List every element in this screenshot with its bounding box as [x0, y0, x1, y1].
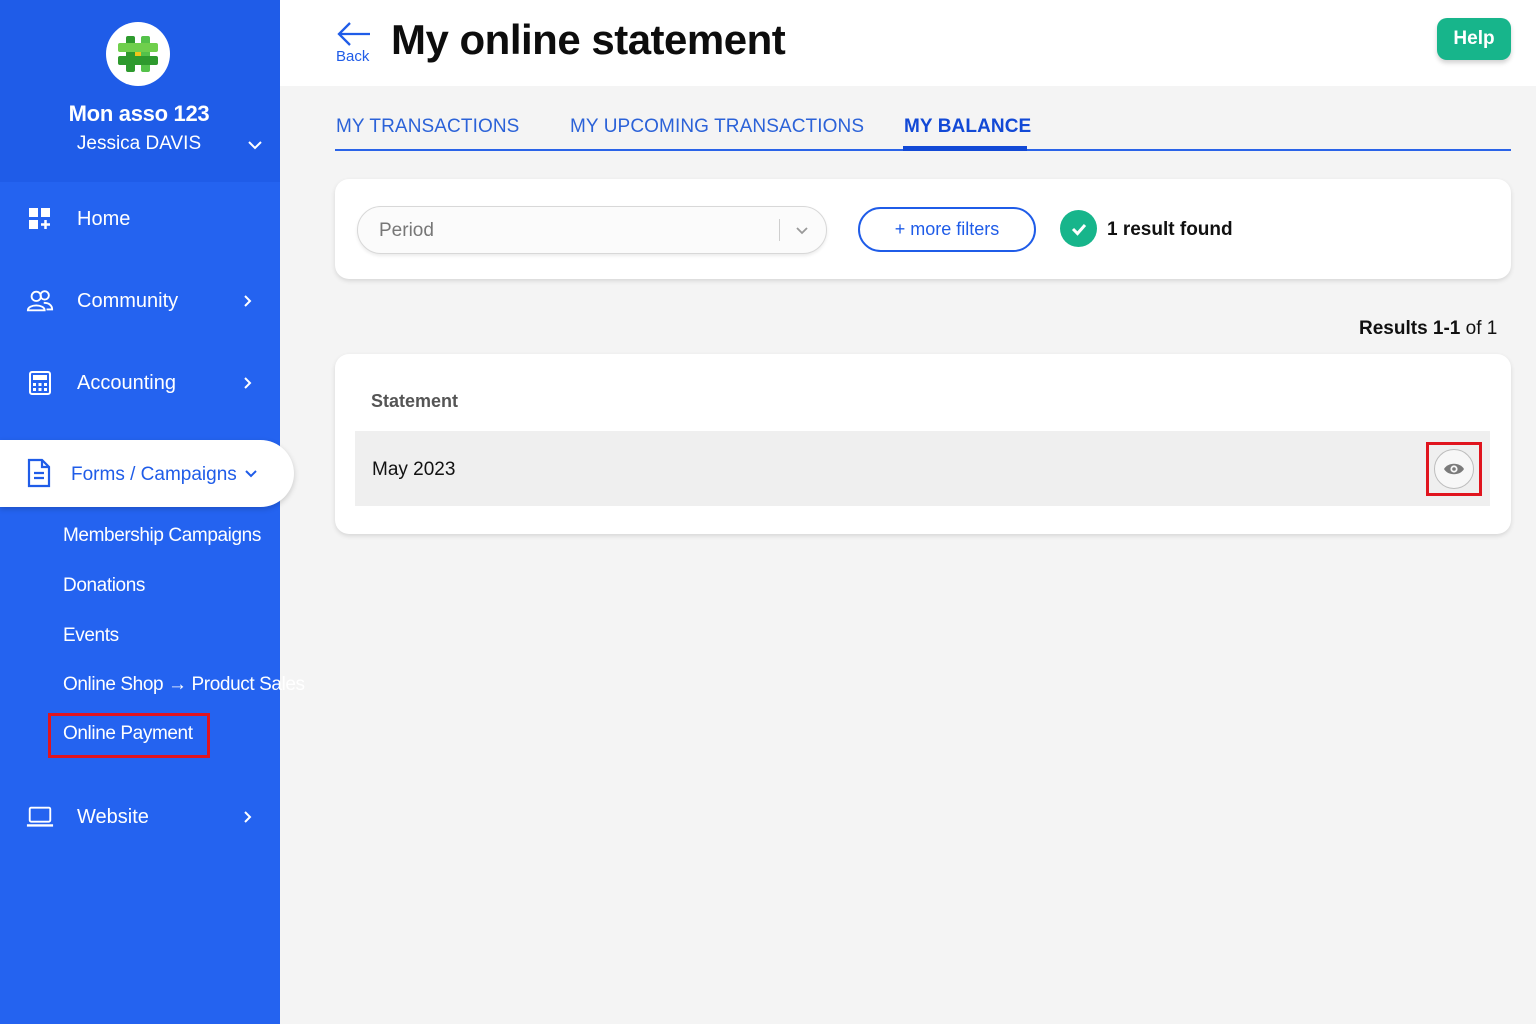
statement-period: May 2023 [372, 459, 456, 480]
active-tab-indicator [903, 146, 1027, 151]
calculator-icon [26, 369, 54, 397]
page-title: My online statement [391, 16, 786, 63]
results-pagination: Results 1-1 of 1 [1359, 318, 1497, 340]
results-range: Results 1-1 [1359, 318, 1461, 339]
chevron-down-icon [796, 227, 808, 235]
sub-item-online-shop[interactable]: Online Shop → Product Sales [63, 674, 305, 696]
column-header-statement: Statement [371, 391, 459, 411]
dashboard-icon [26, 205, 54, 233]
table-row [355, 431, 1490, 506]
sidebar: Mon asso 123 Jessica DAVIS Home Communit… [0, 0, 305, 1024]
chevron-down-icon[interactable] [246, 136, 264, 154]
chevron-down-icon [245, 470, 257, 478]
sub-item-events[interactable]: Events [63, 625, 119, 647]
nav-item-accounting[interactable]: Accounting [0, 353, 280, 413]
nav-item-forms-campaigns[interactable]: Forms / Campaigns [0, 440, 294, 507]
org-logo[interactable] [106, 22, 170, 86]
tab-my-upcoming-transactions[interactable]: MY UPCOMING TRANSACTIONS [570, 116, 864, 138]
nav-label-community: Community [77, 289, 179, 312]
chevron-right-icon [244, 295, 252, 307]
nav-item-home[interactable]: Home [0, 189, 280, 249]
tab-my-balance[interactable]: MY BALANCE [904, 116, 1031, 138]
nav-item-website[interactable]: Website [0, 787, 280, 847]
nav-label-home: Home [77, 207, 131, 230]
nav-label-website: Website [77, 805, 149, 828]
help-button[interactable]: Help [1437, 18, 1511, 60]
period-select[interactable]: Period [357, 206, 827, 254]
more-filters-button[interactable]: + more filters [858, 207, 1036, 252]
result-count-text: 1 result found [1107, 219, 1233, 240]
laptop-icon [26, 803, 54, 831]
chevron-right-icon [244, 811, 252, 823]
nav-label-accounting: Accounting [77, 371, 176, 394]
period-placeholder: Period [379, 220, 434, 241]
org-name: Mon asso 123 [68, 101, 210, 126]
sub-item-online-payment[interactable]: Online Payment [63, 723, 193, 745]
highlight-box [1426, 442, 1482, 496]
users-icon [26, 287, 54, 315]
document-icon [27, 458, 51, 488]
sidebar-header: Mon asso 123 Jessica DAVIS [0, 0, 280, 182]
select-separator [779, 219, 780, 241]
hashtag-logo-icon [118, 36, 158, 72]
results-total: of 1 [1465, 318, 1498, 339]
tab-my-transactions[interactable]: MY TRANSACTIONS [336, 116, 519, 138]
sub-item-membership[interactable]: Membership Campaigns [63, 525, 261, 547]
check-circle-icon [1060, 210, 1097, 247]
sub-item-donations[interactable]: Donations [63, 575, 145, 597]
nav-label-forms: Forms / Campaigns [71, 464, 237, 485]
nav-item-community[interactable]: Community [0, 271, 280, 331]
back-link[interactable]: Back [336, 48, 369, 65]
user-name[interactable]: Jessica DAVIS [0, 133, 278, 155]
chevron-right-icon [244, 377, 252, 389]
